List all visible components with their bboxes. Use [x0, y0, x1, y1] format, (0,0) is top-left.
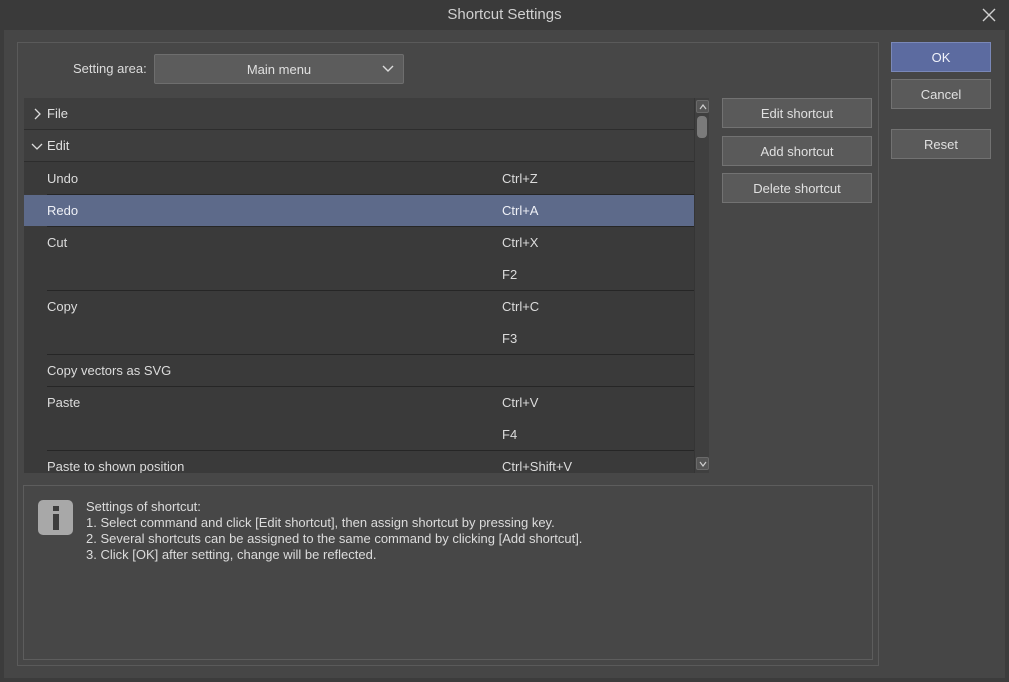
command-name: Paste to shown position	[47, 458, 185, 474]
info-text: Settings of shortcut: 1. Select command …	[86, 499, 582, 563]
info-line: 2. Several shortcuts can be assigned to …	[86, 531, 583, 546]
setting-area-label: Setting area:	[73, 61, 147, 76]
title-bar: Shortcut Settings	[0, 0, 1009, 30]
table-row[interactable]: Undo Ctrl+Z	[24, 162, 694, 194]
list-scrollbar[interactable]	[694, 98, 709, 473]
shortcut-key: Ctrl+Shift+V	[502, 458, 573, 474]
command-name: Copy	[47, 298, 78, 314]
scroll-down-button[interactable]	[696, 457, 709, 470]
shortcut-key: Ctrl+V	[502, 394, 539, 410]
command-name: Paste	[47, 394, 81, 410]
table-row[interactable]: F4	[24, 418, 694, 450]
chevron-right-icon[interactable]	[27, 108, 47, 120]
table-row[interactable]: Paste to shown position Ctrl+Shift+V	[24, 450, 694, 474]
command-name: Redo	[47, 203, 79, 218]
shortcut-key: F3	[502, 330, 518, 346]
scroll-thumb[interactable]	[697, 116, 707, 138]
command-name: Undo	[47, 170, 79, 186]
table-row[interactable]: F3	[24, 322, 694, 354]
close-icon	[982, 8, 996, 22]
shortcut-list[interactable]: File Edit Undo Ctrl+Z Redo Ctrl+A Cut Ct…	[24, 98, 694, 473]
chevron-down-icon	[382, 65, 394, 72]
group-row-edit[interactable]: Edit	[24, 130, 694, 162]
shortcut-key: F2	[502, 266, 518, 282]
shortcut-key: Ctrl+Z	[502, 170, 538, 186]
scroll-up-button[interactable]	[696, 100, 709, 113]
chevron-up-icon	[699, 103, 706, 109]
table-row[interactable]: Redo Ctrl+A	[24, 195, 694, 226]
chevron-down-icon[interactable]	[27, 141, 47, 151]
command-name: Copy vectors as SVG	[47, 362, 172, 378]
reset-button[interactable]: Reset	[891, 129, 991, 159]
table-row[interactable]: Copy Ctrl+C	[24, 290, 694, 322]
table-row[interactable]: F2	[24, 258, 694, 290]
command-name: Cut	[47, 234, 68, 250]
table-row[interactable]: Copy vectors as SVG	[24, 354, 694, 386]
ok-button[interactable]: OK	[891, 42, 991, 72]
delete-shortcut-button[interactable]: Delete shortcut	[722, 173, 872, 203]
window-title: Shortcut Settings	[447, 6, 562, 23]
info-line: 1. Select command and click [Edit shortc…	[86, 515, 555, 530]
group-name: File	[47, 106, 68, 121]
shortcut-key: F4	[502, 426, 518, 442]
add-shortcut-button[interactable]: Add shortcut	[722, 136, 872, 166]
cancel-button[interactable]: Cancel	[891, 79, 991, 109]
shortcut-key: Ctrl+X	[502, 234, 539, 250]
chevron-down-icon	[699, 461, 706, 467]
group-name: Edit	[47, 138, 70, 153]
setting-area-value: Main menu	[246, 61, 312, 77]
table-row[interactable]: Cut Ctrl+X	[24, 226, 694, 258]
shortcut-key: Ctrl+A	[502, 203, 539, 218]
info-line: Settings of shortcut:	[86, 499, 201, 514]
info-icon	[38, 500, 73, 535]
setting-area-select[interactable]: Main menu	[154, 54, 404, 84]
edit-shortcut-button[interactable]: Edit shortcut	[722, 98, 872, 128]
shortcut-key: Ctrl+C	[502, 298, 540, 314]
info-line: 3. Click [OK] after setting, change will…	[86, 547, 377, 562]
table-row[interactable]: Paste Ctrl+V	[24, 386, 694, 418]
group-row-file[interactable]: File	[24, 98, 694, 130]
close-button[interactable]	[977, 4, 1001, 26]
